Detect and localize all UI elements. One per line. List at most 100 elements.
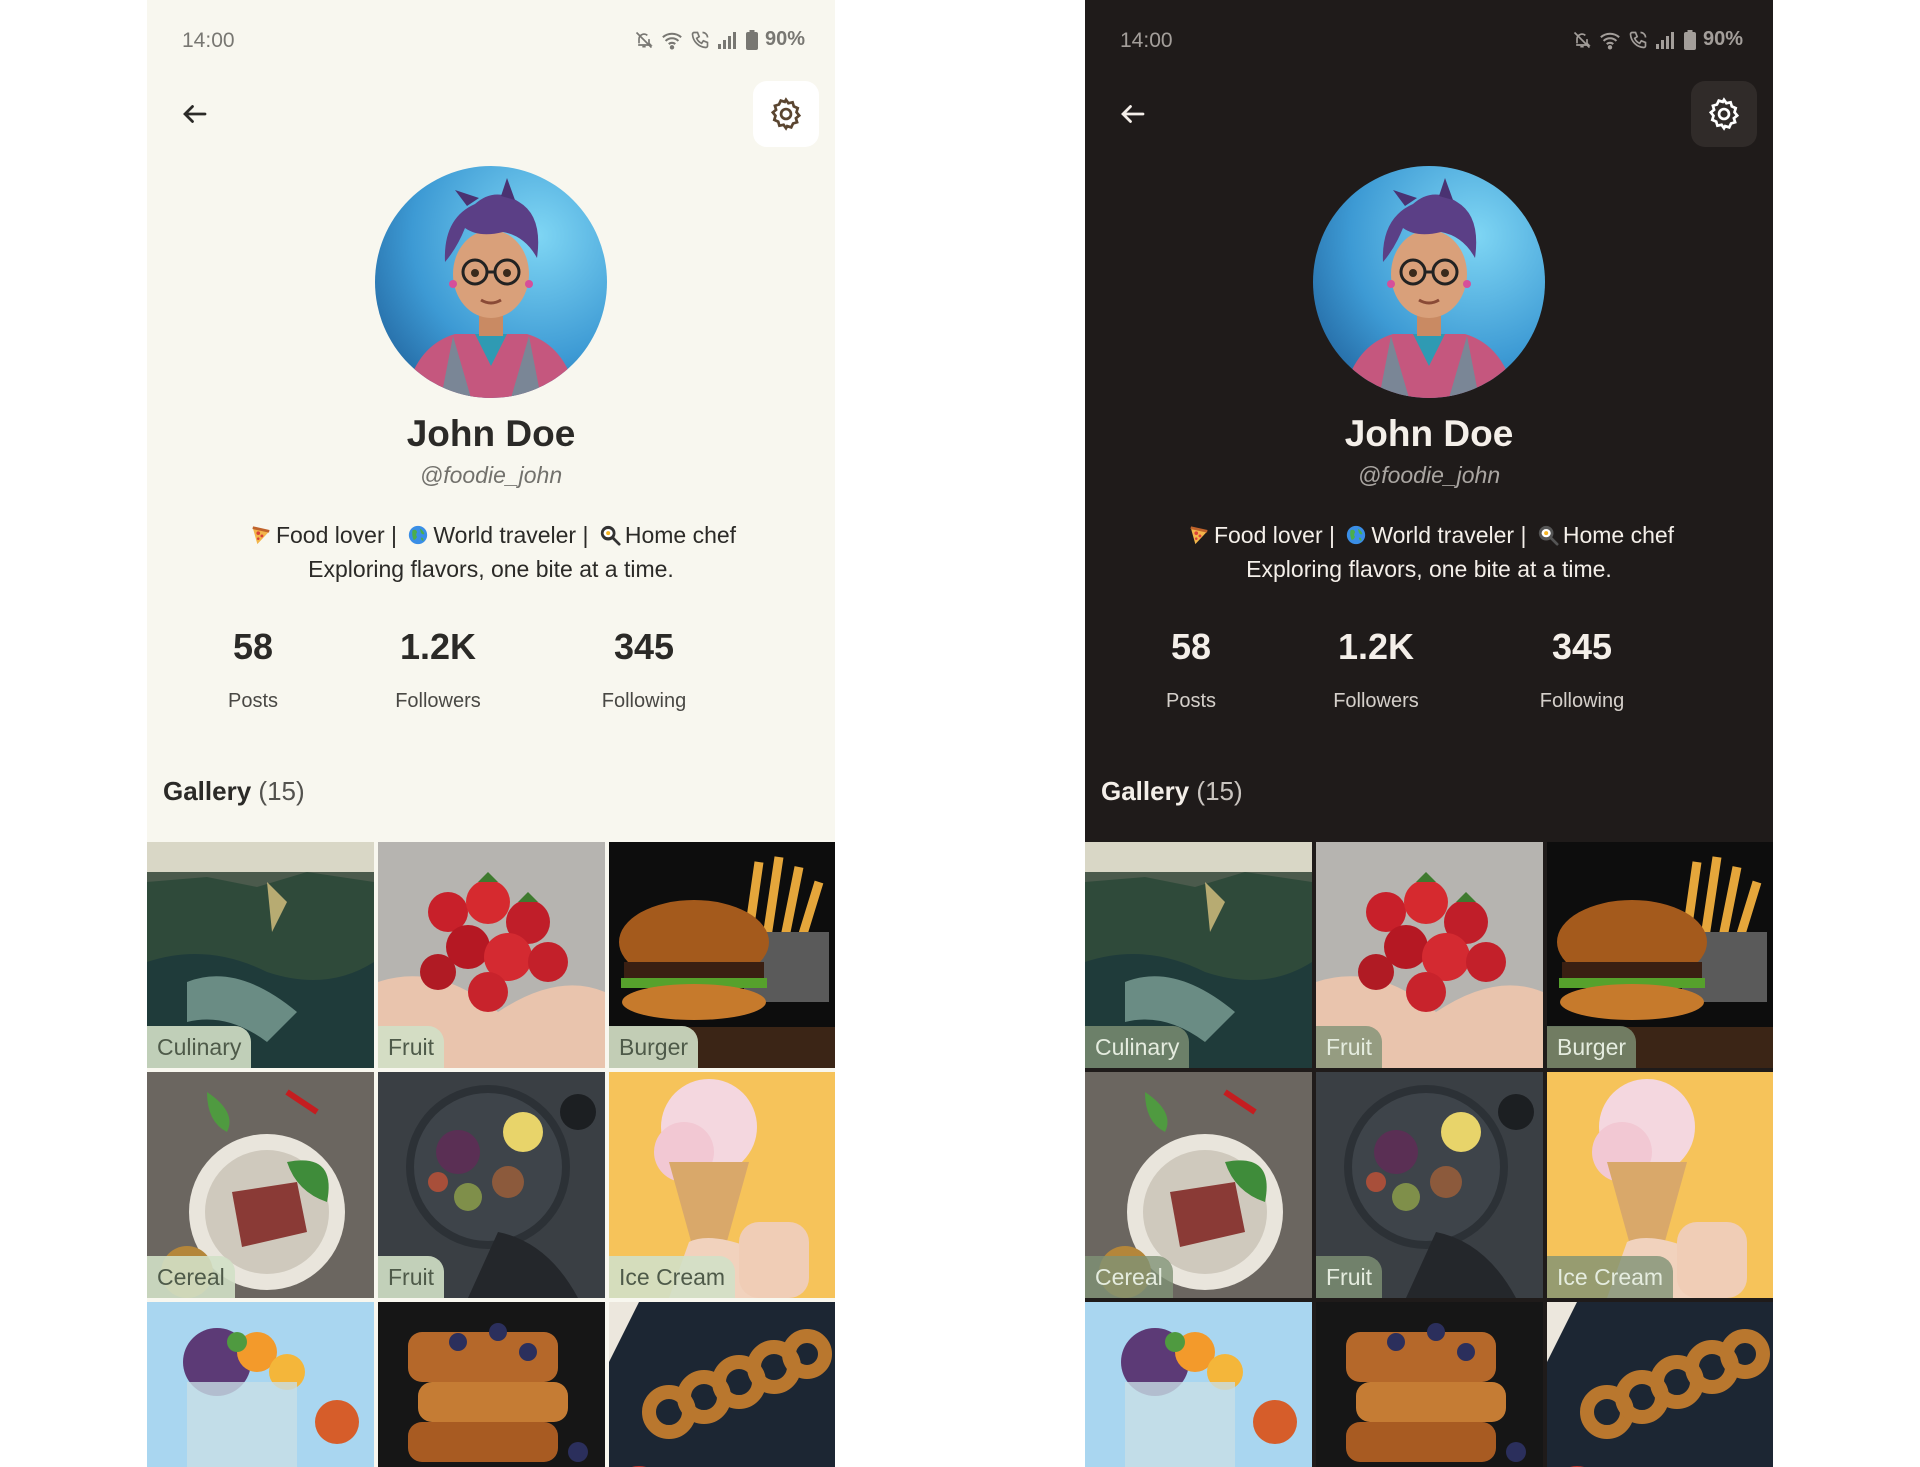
gallery-item[interactable]: Cereal [147,1072,374,1298]
bio-line-1: Food lover | World traveler | Home chef [167,518,815,552]
battery-icon [745,29,758,50]
gallery-item[interactable]: Fruit [1316,1072,1543,1298]
gallery-item[interactable] [378,1302,605,1467]
gallery-title: Gallery (15) [1101,776,1243,807]
stat-posts-value: 58 [1170,626,1212,667]
gallery-title: Gallery (15) [163,776,305,807]
gallery-item[interactable] [1085,1302,1312,1467]
gallery-item-tag: Culinary [1085,1026,1190,1068]
arrow-left-icon [183,105,207,123]
bio-part-food: Food lover | [1213,522,1335,548]
gallery-item[interactable] [1547,1302,1773,1467]
back-button[interactable] [177,92,213,136]
wifi-icon [662,32,682,50]
bio-line-2: Exploring flavors, one bite at a time. [308,556,674,582]
stat-posts-value: 58 [232,626,274,667]
gallery-count: (15) [1196,776,1243,806]
signal-icon [1655,31,1674,49]
stat-following-label: Following [1539,690,1625,712]
gallery-item[interactable]: Fruit [378,1072,605,1298]
gallery-item-tag: Fruit [378,1026,444,1068]
stat-following[interactable]: 345 Following [1482,626,1682,713]
gear-icon [1708,97,1740,131]
bio-line-2: Exploring flavors, one bite at a time. [1246,556,1612,582]
gallery-item[interactable]: Culinary [147,842,374,1068]
profile-bio: Food lover | World traveler | Home chef … [167,518,815,586]
gallery-item[interactable]: Burger [1547,842,1773,1068]
stat-followers-label: Followers [395,690,481,712]
cooking-pan-icon [600,525,621,546]
wifi-calling-icon [1629,31,1647,48]
globe-icon [409,525,428,545]
gallery-item[interactable] [609,1302,835,1467]
gallery-item-tag: Ice Cream [609,1256,736,1298]
bio-part-travel: World traveler | [1371,522,1527,548]
status-icons: 90% [634,28,805,51]
signal-icon [717,31,736,49]
battery-icon [1683,29,1696,50]
stat-followers[interactable]: 1.2K Followers [338,626,538,713]
back-button[interactable] [1115,92,1151,136]
gallery-item[interactable]: Ice Cream [1547,1072,1773,1298]
stat-followers-value: 1.2K [399,626,477,667]
gallery-item-tag: Burger [609,1026,699,1068]
gallery-item-tag: Fruit [1316,1026,1382,1068]
stat-following[interactable]: 345 Following [544,626,744,713]
stat-following-value: 345 [1551,626,1613,667]
stat-posts[interactable]: 58 Posts [153,626,353,713]
smoothie-bowl-photo [147,1302,374,1467]
gallery-item-tag: Culinary [147,1026,252,1068]
profile-bio: Food lover | World traveler | Home chef … [1105,518,1753,586]
french-toast-photo [378,1302,605,1467]
gallery-item[interactable]: Fruit [378,842,605,1068]
status-time: 14:00 [182,29,235,52]
gallery-item-tag: Cereal [147,1256,235,1298]
stat-followers-value: 1.2K [1337,626,1415,667]
cooking-pan-icon [1538,525,1559,546]
profile-name: John Doe [406,413,576,454]
bell-off-icon [1573,31,1591,48]
avatar[interactable] [375,166,607,398]
profile-handle: @foodie_john [1357,462,1501,488]
profile-name: John Doe [1344,413,1514,454]
settings-button[interactable] [753,81,819,147]
gallery-item[interactable]: Ice Cream [609,1072,835,1298]
stat-followers-label: Followers [1333,690,1419,712]
stat-following-value: 345 [613,626,675,667]
status-time: 14:00 [1120,29,1173,52]
stat-posts-label: Posts [1165,690,1217,712]
gallery-item[interactable]: Fruit [1316,842,1543,1068]
stat-followers[interactable]: 1.2K Followers [1276,626,1476,713]
bell-off-icon [635,31,653,48]
smoothie-bowl-photo [1085,1302,1312,1467]
gallery-item-tag: Burger [1547,1026,1637,1068]
bio-part-chef: Home chef [624,522,737,548]
arrow-left-icon [1121,105,1145,123]
pizza-icon [1190,526,1208,545]
bio-part-travel: World traveler | [433,522,589,548]
gallery-label: Gallery [1101,776,1190,806]
gallery-item[interactable]: Cereal [1085,1072,1312,1298]
gallery-item[interactable]: Burger [609,842,835,1068]
bio-part-food: Food lover | [275,522,397,548]
bio-line-1: Food lover | World traveler | Home chef [1105,518,1753,552]
stat-posts[interactable]: 58 Posts [1091,626,1291,713]
profile-screen-dark: 14:00 90% John Doe @foodie_john Food lov… [1085,0,1773,1467]
profile-handle: @foodie_john [419,462,563,488]
settings-button[interactable] [1691,81,1757,147]
globe-icon [1347,525,1366,545]
wifi-icon [1600,32,1620,50]
battery-level: 90% [764,28,805,50]
french-toast-photo [1316,1302,1543,1467]
gallery-item[interactable]: Culinary [1085,842,1312,1068]
gallery-item[interactable] [1316,1302,1543,1467]
avatar[interactable] [1313,166,1545,398]
status-icons: 90% [1572,28,1743,51]
gallery-label: Gallery [163,776,252,806]
gear-icon [770,97,802,131]
stat-following-label: Following [601,690,687,712]
gallery-item-tag: Fruit [1316,1256,1382,1298]
pizza-icon [252,526,270,545]
gallery-item[interactable] [147,1302,374,1467]
status-bar: 14:00 90% [147,26,835,56]
